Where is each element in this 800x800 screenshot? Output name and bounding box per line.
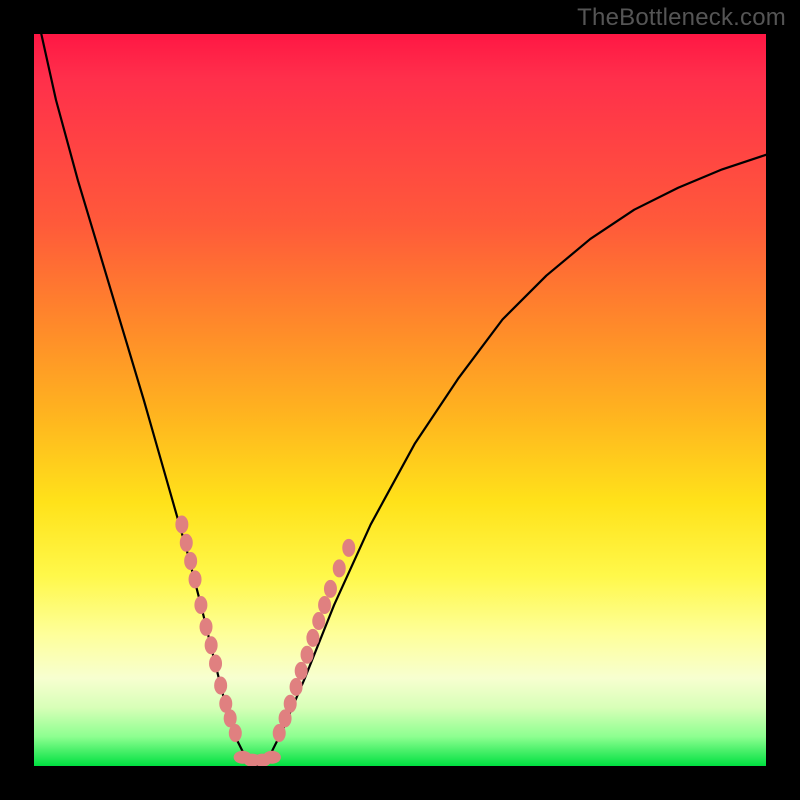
outer-frame: TheBottleneck.com [0, 0, 800, 800]
marker-dot [175, 515, 188, 533]
marker-dots [175, 515, 355, 766]
chart-overlay [34, 34, 766, 766]
marker-dot [301, 646, 314, 664]
marker-dot [306, 629, 319, 647]
marker-dot [229, 724, 242, 742]
v-curve-line [41, 34, 766, 766]
marker-dot [324, 580, 337, 598]
marker-dot [342, 539, 355, 557]
marker-dot [290, 678, 303, 696]
marker-dot [205, 636, 218, 654]
marker-dot [194, 596, 207, 614]
marker-dot [284, 695, 297, 713]
marker-dot [209, 655, 222, 673]
marker-dot [312, 612, 325, 630]
marker-dot [263, 751, 281, 764]
marker-dot [214, 676, 227, 694]
marker-dot [295, 662, 308, 680]
marker-dot [189, 570, 202, 588]
marker-dot [333, 559, 346, 577]
watermark-text: TheBottleneck.com [577, 4, 786, 32]
marker-dot [200, 618, 213, 636]
marker-dot [318, 596, 331, 614]
marker-dot [184, 552, 197, 570]
plot-area [34, 34, 766, 766]
marker-dot [180, 534, 193, 552]
